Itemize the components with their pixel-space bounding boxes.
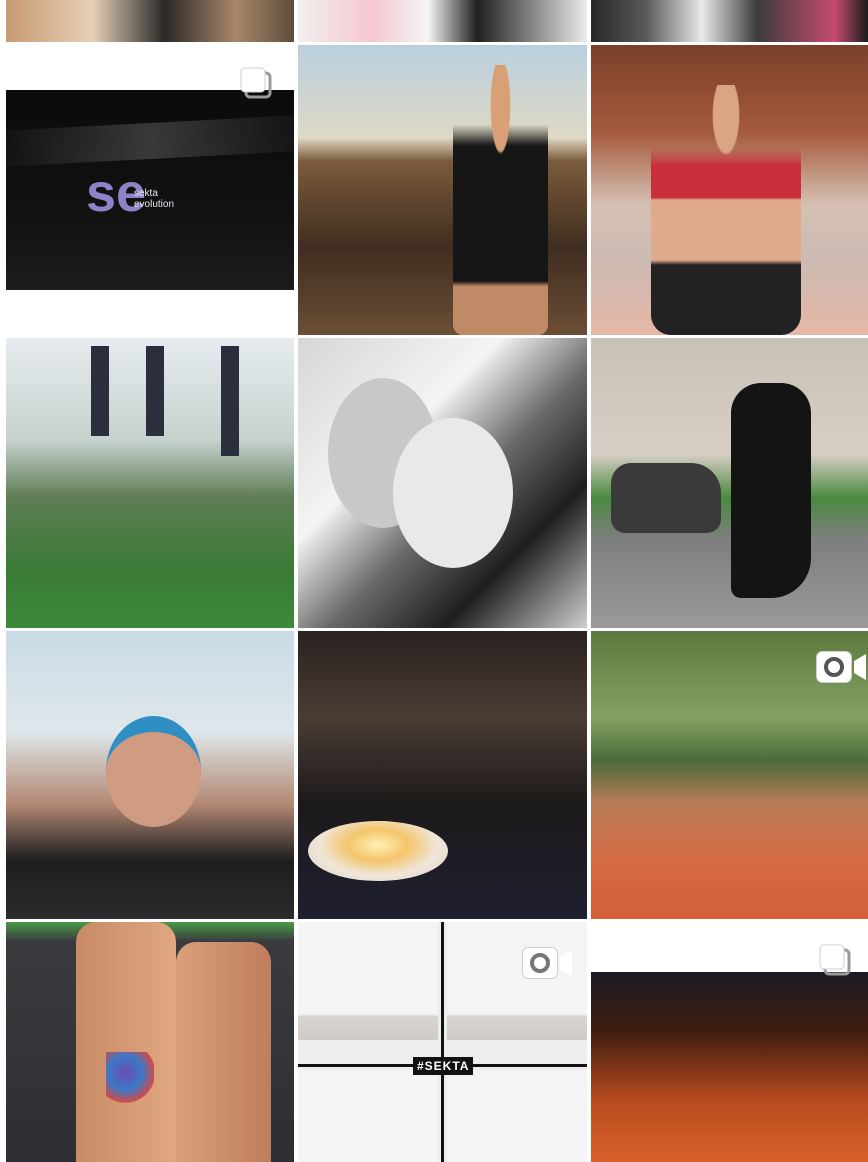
leg — [176, 942, 271, 1162]
carousel-icon — [817, 942, 853, 978]
collage-panel — [298, 1070, 438, 1162]
grid-tile-swimmer[interactable] — [6, 631, 294, 919]
grid-tile-yoga-class[interactable] — [591, 45, 868, 335]
scooter — [611, 463, 721, 533]
brand-line-1: sekta — [134, 188, 158, 199]
grid-tile-sekta-logo[interactable]: se sekta evolution — [6, 45, 294, 335]
grid-tile-birthday-cake[interactable] — [298, 631, 587, 919]
photo-subject — [651, 85, 801, 335]
grid-tile-scooter-woman[interactable] — [591, 338, 868, 628]
collage-panel — [298, 922, 438, 1040]
grid-tile-cycling-event[interactable] — [6, 338, 294, 628]
banner-flag — [146, 346, 164, 436]
collage-panel — [447, 1070, 587, 1162]
hashtag-label: #SEKTA — [413, 1057, 474, 1075]
photo-subject — [393, 418, 513, 568]
grid-tile-outdoor-workout[interactable] — [591, 631, 868, 919]
photo-subject — [731, 383, 811, 598]
photo-subject — [453, 65, 548, 335]
grid-tile-girl-rooftop[interactable] — [298, 45, 587, 335]
grid-tile-tattoo-legs[interactable] — [6, 922, 294, 1162]
brand-line-2: evolution — [134, 199, 175, 210]
video-camera-icon — [815, 650, 868, 684]
grid-tile-mother-child[interactable] — [298, 338, 587, 628]
collage-panel — [447, 922, 587, 1040]
grid-tile-partial-2[interactable] — [298, 0, 587, 42]
video-camera-icon — [521, 946, 574, 980]
grid-tile-partial-1[interactable] — [6, 0, 294, 42]
grid-tile-concert-crowd[interactable] — [591, 922, 868, 1162]
carousel-icon — [238, 65, 274, 101]
leg — [76, 922, 176, 1162]
grid-tile-partial-3[interactable] — [591, 0, 868, 42]
photo-grid: se sekta evolution #SEKTA — [0, 0, 868, 1162]
banner-flag — [91, 346, 109, 436]
photo-subject — [106, 716, 201, 827]
tattoo — [106, 1052, 154, 1104]
collage-divider — [441, 922, 444, 1162]
banner-flag — [221, 346, 239, 456]
cake — [308, 821, 448, 881]
grid-tile-exercise-collage[interactable]: #SEKTA — [298, 922, 587, 1162]
